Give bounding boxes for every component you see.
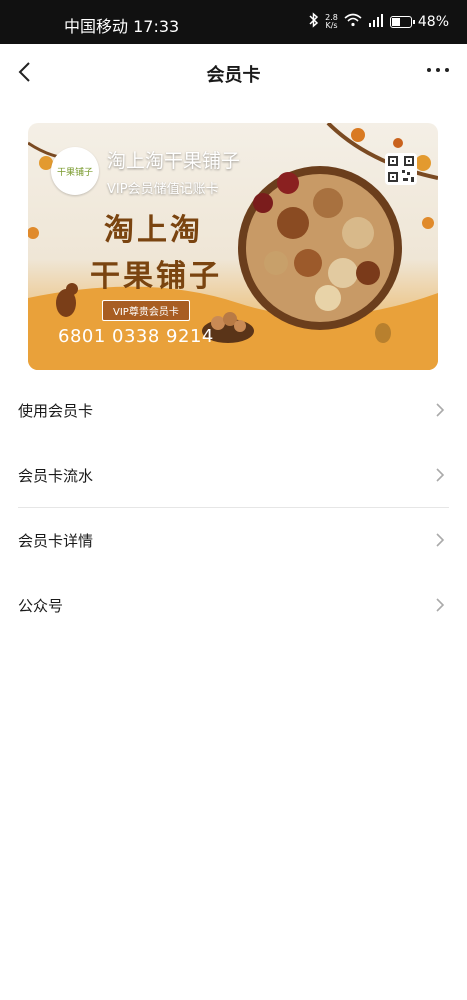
menu-item-card-details[interactable]: 会员卡详情	[0, 508, 467, 573]
wifi-icon	[344, 13, 362, 31]
chevron-right-icon	[436, 533, 445, 547]
card-type: VIP会员储值记账卡	[107, 182, 219, 197]
brand-line-2: 干果铺子	[90, 259, 222, 294]
more-options-icon[interactable]	[427, 68, 449, 72]
logo-text: 干果铺子	[56, 167, 93, 178]
nav-bar: 会员卡	[0, 44, 467, 102]
network-speed: 2.8 K/s	[325, 14, 338, 30]
chevron-right-icon	[436, 403, 445, 417]
battery-icon	[389, 16, 415, 28]
carrier-time: 中国移动 17:33	[64, 17, 180, 36]
qr-code-icon[interactable]	[385, 153, 417, 185]
shop-name: 淘上淘干果铺子	[107, 150, 241, 172]
brand-line-1: 淘上淘	[104, 213, 203, 248]
menu-item-official-account[interactable]: 公众号	[0, 573, 467, 638]
menu-item-label: 使用会员卡	[18, 402, 94, 420]
menu-item-label: 公众号	[18, 597, 64, 615]
menu-item-label: 会员卡详情	[18, 532, 94, 550]
menu-list: 使用会员卡 会员卡流水 会员卡详情 公众号	[0, 378, 467, 638]
status-icons: 2.8 K/s 48%	[309, 12, 449, 32]
page-title: 会员卡	[206, 65, 261, 86]
battery-text: 48%	[417, 14, 449, 30]
menu-item-card-transactions[interactable]: 会员卡流水	[0, 443, 467, 508]
signal-icon	[368, 13, 384, 31]
shop-logo: 干果铺子	[51, 147, 99, 195]
speed-unit: K/s	[325, 21, 338, 30]
menu-item-label: 会员卡流水	[18, 467, 94, 485]
menu-item-use-card[interactable]: 使用会员卡	[0, 378, 467, 443]
status-bar: 中国移动 17:33 2.8 K/s 48%	[0, 0, 467, 44]
vip-ribbon: VIP尊贵会员卡	[102, 300, 190, 321]
card-number: 6801 0338 9214	[58, 326, 214, 347]
chevron-right-icon	[436, 598, 445, 612]
membership-card[interactable]: 干果铺子 淘上淘干果铺子 VIP会员储值记账卡 淘上淘 干果铺子 VIP尊贵会员…	[28, 123, 438, 370]
bluetooth-icon	[309, 12, 319, 32]
chevron-right-icon	[436, 468, 445, 482]
